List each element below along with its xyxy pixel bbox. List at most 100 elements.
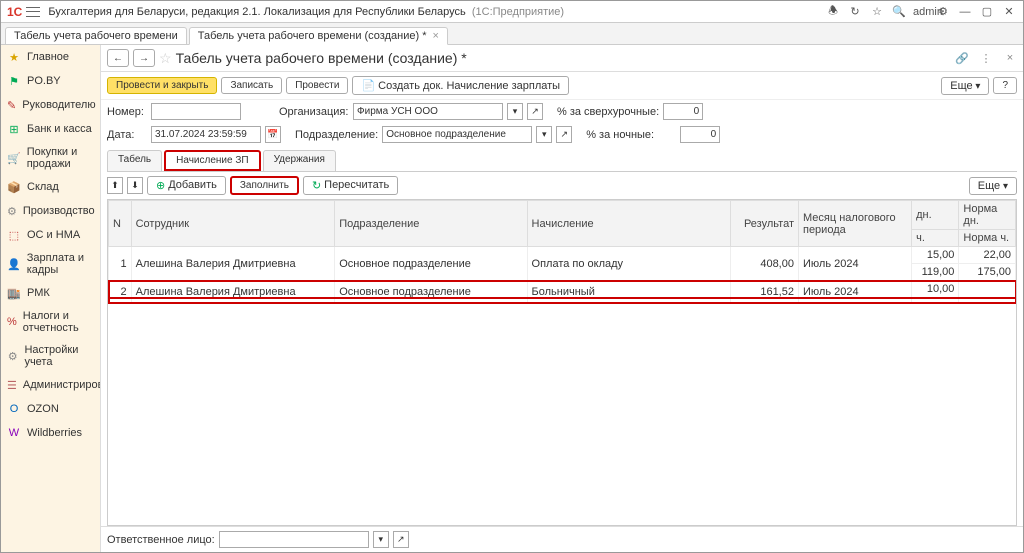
sb-icon: 🏬 (7, 286, 21, 300)
page-title: Табель учета рабочего времени (создание)… (176, 50, 467, 66)
sb-icon: ⚙ (7, 204, 17, 218)
save-button[interactable]: Записать (221, 77, 282, 94)
date-input[interactable] (151, 126, 261, 143)
org-open[interactable]: ↗ (527, 103, 543, 120)
sb-icon: ★ (7, 50, 21, 64)
sidebar-item-6[interactable]: ⚙ Производство (1, 199, 100, 223)
table-row[interactable]: 1Алешина Валерия ДмитриевнаОсновное подр… (109, 247, 1016, 264)
resp-dropdown[interactable]: ▾ (373, 531, 389, 548)
sb-icon: ⬚ (7, 228, 21, 242)
sidebar-item-4[interactable]: 🛒Покупки и продажи (1, 141, 100, 175)
tab-0[interactable]: Табель учета рабочего времени (5, 27, 187, 44)
overtime-input[interactable] (663, 103, 703, 120)
logo-1c: 1C (7, 5, 22, 19)
up-button[interactable]: ⬆ (107, 177, 123, 194)
night-input[interactable] (680, 126, 720, 143)
minimize-icon[interactable]: — (957, 6, 973, 18)
sb-label: Руководителю (22, 99, 95, 111)
menu-icon[interactable] (26, 7, 40, 17)
org-dropdown[interactable]: ▾ (507, 103, 523, 120)
more-icon[interactable]: ⋮ (979, 52, 993, 65)
sb-label: Настройки учета (24, 344, 94, 368)
sidebar-item-7[interactable]: ⬚ ОС и НМА (1, 223, 100, 247)
sb-icon: ✎ (7, 98, 16, 112)
sidebar-item-12[interactable]: ☰ Администрирование (1, 373, 100, 397)
resp-input[interactable] (219, 531, 369, 548)
subtab-deduct[interactable]: Удержания (263, 150, 336, 171)
titlebar: 1C Бухгалтерия для Беларуси, редакция 2.… (1, 1, 1023, 23)
sb-icon: ⚑ (7, 74, 21, 88)
post-button[interactable]: Провести (286, 77, 348, 94)
sidebar: ★ Главное ⚑ PO.BY ✎ Руководителю ⊞Банк и касса… (1, 45, 101, 552)
add-button[interactable]: ⊕Добавить (147, 176, 226, 195)
bell-icon[interactable]: 🕭 (825, 2, 841, 21)
sb-label: Производство (23, 205, 95, 217)
sidebar-item-14[interactable]: W Wildberries (1, 421, 100, 445)
dept-input[interactable] (382, 126, 532, 143)
sidebar-item-10[interactable]: % Налоги и отчетность (1, 305, 100, 339)
sidebar-item-13[interactable]: O OZON (1, 397, 100, 421)
sidebar-item-8[interactable]: 👤Зарплата и кадры (1, 247, 100, 281)
resp-label: Ответственное лицо: (107, 534, 215, 546)
fav-icon[interactable]: ☆ (159, 50, 172, 67)
page-close-icon[interactable]: × (1003, 52, 1017, 64)
number-label: Номер: (107, 106, 147, 118)
post-close-button[interactable]: Провести и закрыть (107, 77, 217, 94)
sb-icon: % (7, 315, 17, 329)
dept-open[interactable]: ↗ (556, 126, 572, 143)
night-label: % за ночные: (586, 129, 676, 141)
tab-1[interactable]: Табель учета рабочего времени (создание)… (189, 27, 448, 45)
recalc-button[interactable]: ↻Пересчитать (303, 176, 398, 195)
sb-icon: 📦 (7, 180, 21, 194)
table-row[interactable]: 2Алешина Валерия ДмитриевнаОсновное подр… (109, 281, 1016, 298)
sidebar-item-1[interactable]: ⚑ PO.BY (1, 69, 100, 93)
sidebar-item-2[interactable]: ✎ Руководителю (1, 93, 100, 117)
sb-label: Wildberries (27, 427, 82, 439)
link-icon[interactable]: 🔗 (955, 52, 969, 65)
org-input[interactable] (353, 103, 503, 120)
dept-label: Подразделение: (295, 129, 378, 141)
settings-icon[interactable]: ⚙ (935, 5, 951, 18)
sb-icon: O (7, 402, 21, 416)
org-label: Организация: (279, 106, 349, 118)
sb-label: Налоги и отчетность (23, 310, 94, 334)
sb-icon: 👤 (7, 257, 21, 271)
date-picker[interactable]: 📅 (265, 126, 281, 143)
more-button[interactable]: Еще ▾ (941, 77, 989, 95)
sb-label: Склад (27, 181, 59, 193)
sb-icon: W (7, 426, 21, 440)
sb-label: Администрирование (23, 379, 101, 391)
subtab-tabel[interactable]: Табель (107, 150, 162, 171)
fill-button[interactable]: Заполнить (230, 176, 299, 195)
sidebar-item-11[interactable]: ⚙Настройки учета (1, 339, 100, 373)
close-icon[interactable]: ✕ (1001, 5, 1017, 18)
sb-icon: 🛒 (7, 151, 21, 165)
sb-label: ОС и НМА (27, 229, 80, 241)
star-icon[interactable]: ☆ (869, 5, 885, 18)
down-button[interactable]: ⬇ (127, 177, 143, 194)
sidebar-item-5[interactable]: 📦 Склад (1, 175, 100, 199)
dept-dropdown[interactable]: ▾ (536, 126, 552, 143)
inner-more-button[interactable]: Еще ▾ (969, 177, 1017, 195)
sb-label: OZON (27, 403, 59, 415)
sb-label: РМК (27, 287, 50, 299)
restore-icon[interactable]: ▢ (979, 5, 995, 18)
sidebar-item-3[interactable]: ⊞Банк и касса (1, 117, 100, 141)
sb-label: PO.BY (27, 75, 61, 87)
overtime-label: % за сверхурочные: (557, 106, 659, 118)
sidebar-item-9[interactable]: 🏬 РМК (1, 281, 100, 305)
create-payroll-button[interactable]: 📄Создать док. Начисление зарплаты (352, 76, 569, 95)
number-input[interactable] (151, 103, 241, 120)
search-icon[interactable]: 🔍 (891, 5, 907, 18)
sb-label: Главное (27, 51, 69, 63)
resp-open[interactable]: ↗ (393, 531, 409, 548)
back-button[interactable]: ← (107, 49, 129, 67)
history-icon[interactable]: ↻ (847, 5, 863, 18)
sb-icon: ☰ (7, 378, 17, 392)
help-button[interactable]: ? (993, 77, 1017, 94)
accrual-table[interactable]: N Сотрудник Подразделение Начисление Рез… (107, 199, 1017, 526)
sidebar-item-0[interactable]: ★ Главное (1, 45, 100, 69)
tab-close-icon[interactable]: × (432, 30, 438, 42)
subtab-accrual[interactable]: Начисление ЗП (164, 150, 260, 171)
fwd-button[interactable]: → (133, 49, 155, 67)
